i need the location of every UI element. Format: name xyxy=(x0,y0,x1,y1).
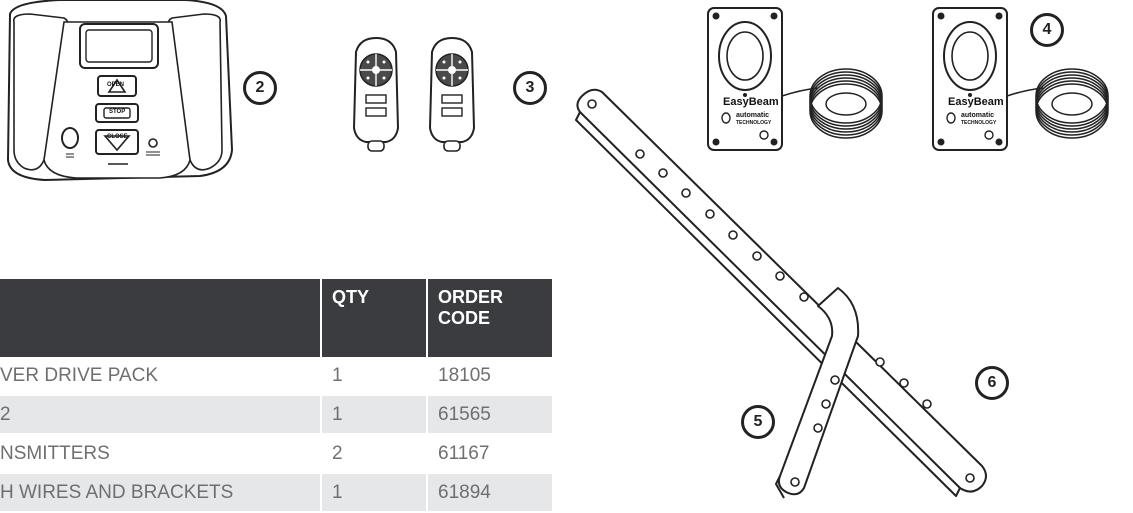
callout-6: 6 xyxy=(975,366,1009,400)
remote-transmitter-left-illustration xyxy=(352,36,400,152)
header-qty: QTY xyxy=(322,279,428,357)
easybeam-brand-left: EasyBeam xyxy=(723,96,779,108)
header-order-code-line1: ORDER xyxy=(438,287,504,307)
open-button-label: OPEN xyxy=(107,82,125,88)
header-order-code: ORDER CODE xyxy=(428,279,552,357)
row-qty: 1 xyxy=(322,357,428,396)
row-order-code: 61894 xyxy=(428,474,552,513)
header-order-code-line2: CODE xyxy=(438,308,491,328)
easybeam-maker-left: automatic xyxy=(736,112,770,119)
header-description xyxy=(0,279,322,357)
callout-4: 4 xyxy=(1030,13,1064,47)
row-qty: 1 xyxy=(322,474,428,513)
easybeam-sensor-left-illustration xyxy=(707,7,883,151)
row-order-code: 18105 xyxy=(428,357,552,396)
row-qty: 2 xyxy=(322,435,428,474)
parts-table-header: QTY ORDER CODE xyxy=(0,279,552,357)
row-order-code: 61565 xyxy=(428,396,552,435)
row-order-code: 61167 xyxy=(428,435,552,474)
callout-5: 5 xyxy=(741,405,775,439)
table-row: NSMITTERS 2 61167 xyxy=(0,435,552,474)
row-description: VER DRIVE PACK xyxy=(0,357,322,396)
row-qty: 1 xyxy=(322,396,428,435)
stop-button-label: STOP xyxy=(109,109,126,115)
easybeam-sensor-right-illustration xyxy=(932,7,1109,151)
callout-2: 2 xyxy=(243,71,277,105)
easybeam-brand-right: EasyBeam xyxy=(948,96,1004,108)
table-row: VER DRIVE PACK 1 18105 xyxy=(0,357,552,396)
parts-table: QTY ORDER CODE VER DRIVE PACK 1 18105 2 … xyxy=(0,279,552,513)
easybeam-maker-sub-left: TECHNOLOGY xyxy=(736,120,772,126)
close-button-label: CLOSE xyxy=(107,134,128,140)
row-description: 2 xyxy=(0,396,322,435)
row-description: H WIRES AND BRACKETS xyxy=(0,474,322,513)
control-panel-illustration xyxy=(6,0,234,182)
easybeam-maker-sub-right: TECHNOLOGY xyxy=(961,120,997,126)
remote-transmitter-right-illustration xyxy=(428,36,476,152)
table-row: 2 1 61565 xyxy=(0,396,552,435)
easybeam-maker-right: automatic xyxy=(961,112,995,119)
table-row: H WIRES AND BRACKETS 1 61894 xyxy=(0,474,552,513)
callout-3: 3 xyxy=(513,71,547,105)
row-description: NSMITTERS xyxy=(0,435,322,474)
